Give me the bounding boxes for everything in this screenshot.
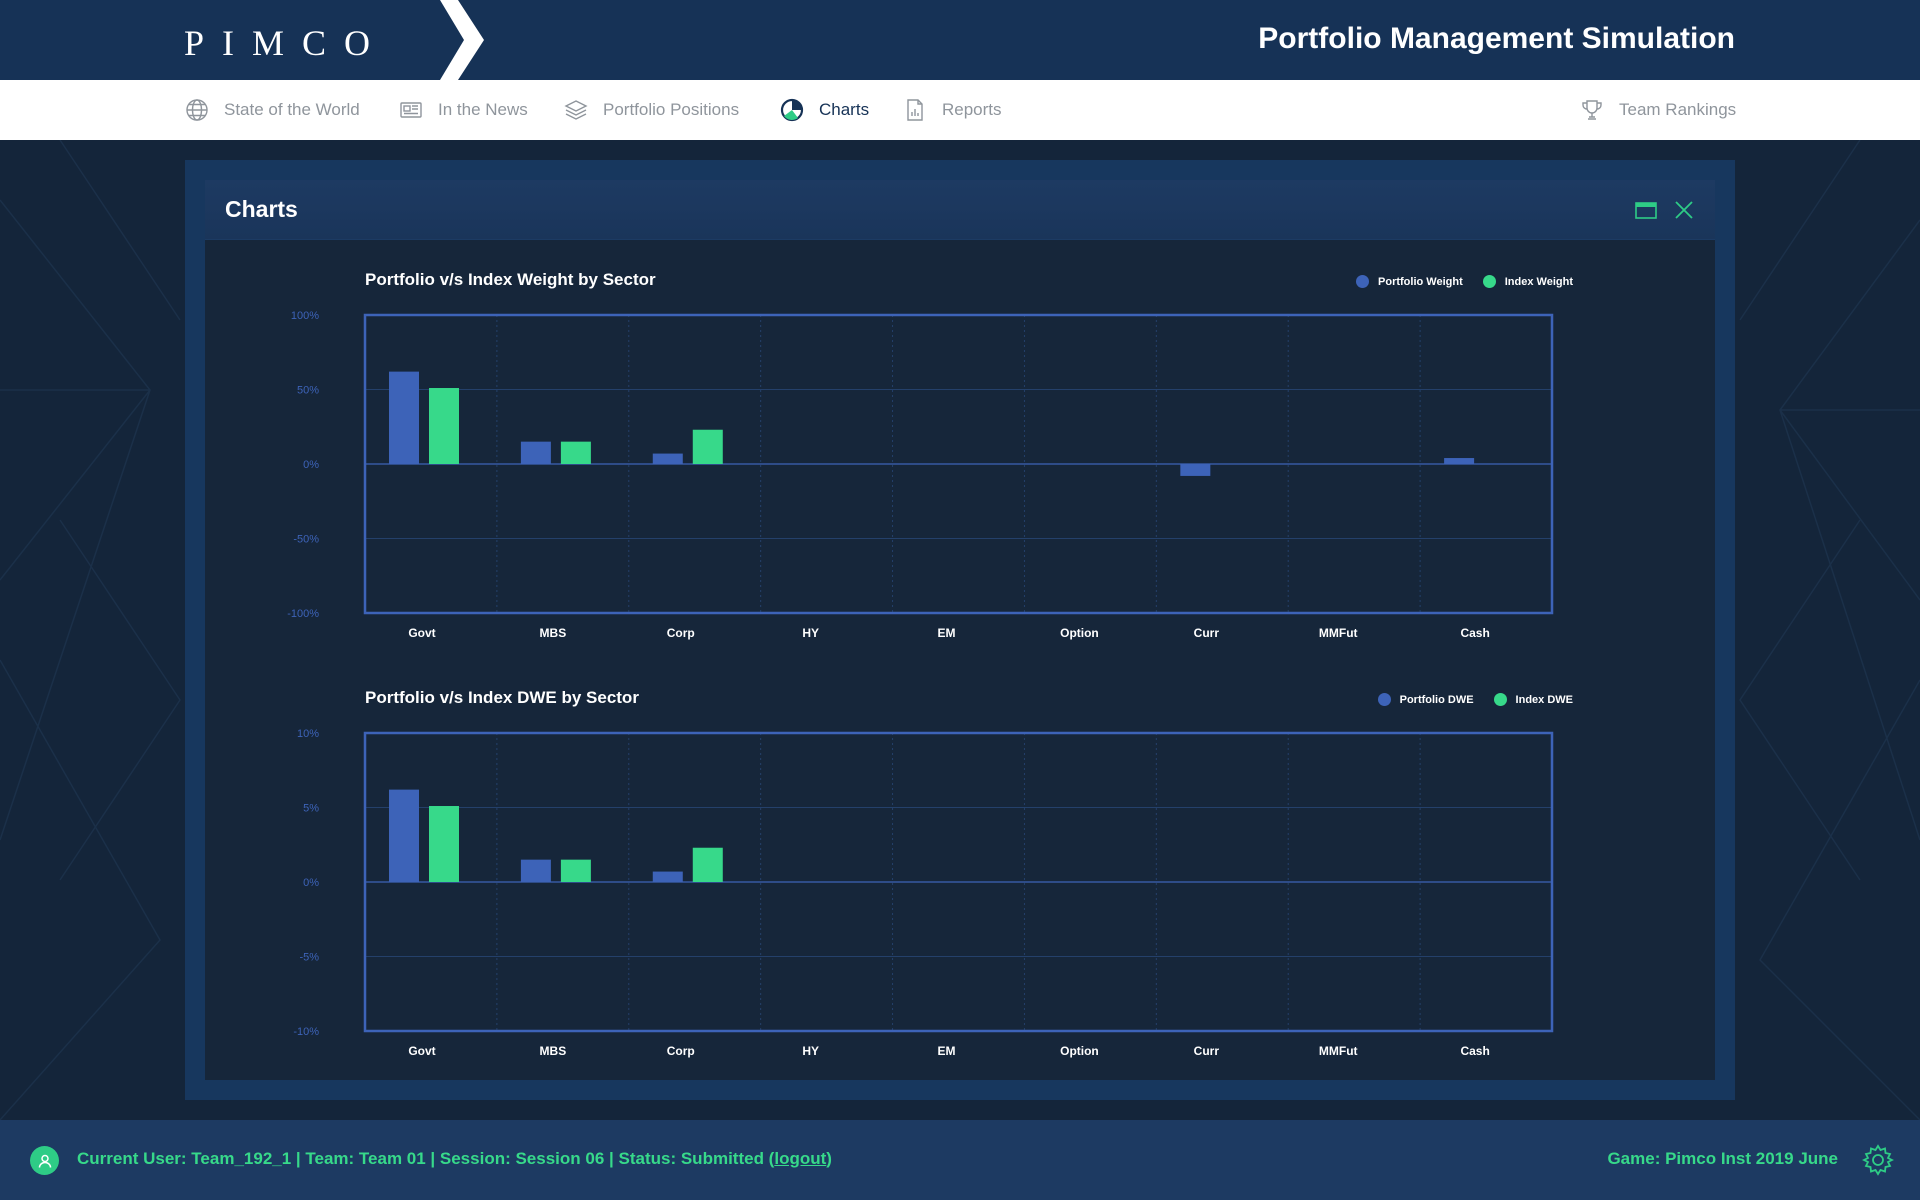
bar[interactable]: [520, 859, 551, 882]
globe-icon: [185, 98, 209, 122]
y-tick-label: -10%: [293, 1026, 319, 1038]
nav-in-the-news[interactable]: In the News: [399, 80, 528, 140]
bar[interactable]: [1180, 464, 1211, 476]
nav-label: Charts: [819, 100, 870, 119]
nav-label: State of the World: [224, 100, 360, 119]
x-tick-label: MBS: [540, 1044, 567, 1058]
y-tick-label: 10%: [297, 728, 319, 740]
nav-label: Portfolio Positions: [603, 100, 740, 119]
bar[interactable]: [560, 441, 591, 464]
x-tick-label: Corp: [667, 1044, 695, 1058]
trophy-icon: [1580, 98, 1604, 122]
game-name: Game: Pimco Inst 2019 June: [1607, 1149, 1838, 1168]
status-close-paren: ): [826, 1149, 832, 1168]
weight-chart: 100%50%0%-50%-100%Govt MBS Corp HY EM Option C…: [287, 310, 1554, 640]
x-tick-label: Cash: [1460, 1044, 1489, 1058]
x-tick-label: HY: [802, 1044, 819, 1058]
nav-label: In the News: [438, 100, 528, 119]
bar[interactable]: [692, 429, 723, 464]
nav-state-of-the-world[interactable]: State of the World: [185, 80, 360, 140]
nav-portfolio-positions[interactable]: Portfolio Positions: [564, 80, 739, 140]
y-tick-label: 50%: [297, 385, 319, 397]
y-tick-label: 0%: [303, 459, 319, 471]
bar[interactable]: [652, 871, 683, 882]
charts-panel: Charts Portfolio v/s Index Weight by Sec…: [205, 180, 1715, 1080]
status-bar: Current User: Team_192_1 | Team: Team 01…: [0, 1120, 1920, 1200]
bar[interactable]: [692, 847, 723, 882]
user-icon[interactable]: [30, 1146, 59, 1175]
pimco-logo[interactable]: PIMCO: [184, 22, 388, 64]
nav-label: Team Rankings: [1619, 100, 1737, 119]
bar[interactable]: [652, 453, 683, 464]
bar[interactable]: [520, 441, 551, 464]
x-tick-label: EM: [938, 1044, 956, 1058]
bar[interactable]: [389, 789, 419, 882]
bar[interactable]: [429, 806, 459, 882]
x-tick-label: Option: [1060, 1044, 1099, 1058]
y-tick-label: -50%: [293, 534, 319, 546]
bar[interactable]: [429, 388, 459, 464]
logout-link[interactable]: logout: [774, 1149, 826, 1168]
x-tick-label: Curr: [1194, 1044, 1220, 1058]
y-tick-label: 5%: [303, 803, 319, 815]
nav-reports[interactable]: Reports: [903, 80, 1002, 140]
y-tick-label: 100%: [291, 310, 319, 322]
main-nav: State of the World In the News Portfolio…: [0, 80, 1920, 140]
layers-icon: [564, 98, 588, 122]
bar[interactable]: [389, 371, 419, 464]
y-tick-label: -5%: [299, 952, 319, 964]
bar[interactable]: [1444, 458, 1475, 464]
bar[interactable]: [560, 859, 591, 882]
nav-team-rankings[interactable]: Team Rankings: [1580, 80, 1736, 140]
status-info: Current User: Team_192_1 | Team: Team 01…: [77, 1149, 775, 1168]
y-tick-label: 0%: [303, 877, 319, 889]
gear-icon[interactable]: [1862, 1144, 1894, 1176]
x-tick-label: MMFut: [1319, 1044, 1358, 1058]
app-header: PIMCO Portfolio Management Simulation: [0, 0, 1920, 80]
report-icon: [903, 98, 927, 122]
chevron-decoration: [418, 0, 484, 80]
nav-label: Reports: [942, 100, 1002, 119]
app-title: Portfolio Management Simulation: [1258, 22, 1735, 55]
dwe-chart: 10% 5% 0% -5% -10% Govt MBS Corp HY EM Option Curr M…: [293, 728, 1554, 1058]
newspaper-icon: [399, 98, 423, 122]
pie-chart-icon: [780, 98, 804, 122]
x-tick-label: Govt: [408, 1044, 435, 1058]
session-status: Current User: Team_192_1 | Team: Team 01…: [77, 1149, 832, 1169]
nav-charts[interactable]: Charts: [780, 80, 869, 140]
